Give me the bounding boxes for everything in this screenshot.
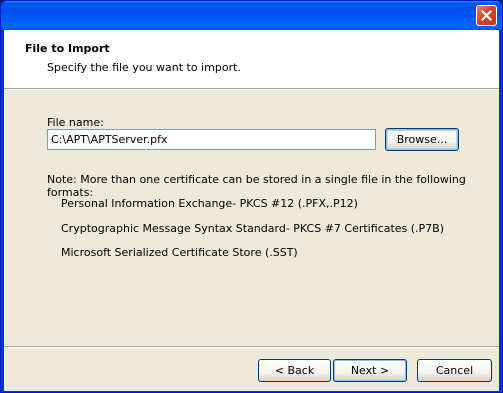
title-bar[interactable] — [1, 1, 502, 30]
file-name-label: File name: — [47, 116, 104, 129]
dialog-body: File to Import Specify the file you want… — [4, 30, 499, 391]
browse-button[interactable]: Browse... — [385, 128, 459, 151]
page-title: File to Import — [25, 42, 110, 55]
close-icon — [481, 10, 492, 21]
format-item: Cryptographic Message Syntax Standard- P… — [61, 222, 445, 235]
close-button[interactable] — [476, 5, 497, 26]
import-wizard-window: File to Import Specify the file you want… — [0, 0, 503, 393]
wizard-header: File to Import Specify the file you want… — [4, 30, 499, 88]
next-button[interactable]: Next > — [333, 359, 407, 382]
cancel-button[interactable]: Cancel — [417, 359, 492, 382]
file-name-input[interactable] — [47, 129, 376, 150]
page-subtitle: Specify the file you want to import. — [47, 61, 241, 74]
format-item: Personal Information Exchange- PKCS #12 … — [61, 197, 358, 210]
note-text: Note: More than one certificate can be s… — [47, 173, 466, 199]
format-item: Microsoft Serialized Certificate Store (… — [61, 246, 298, 259]
header-divider — [4, 88, 499, 90]
footer-divider — [4, 346, 499, 348]
back-button[interactable]: < Back — [258, 359, 331, 382]
